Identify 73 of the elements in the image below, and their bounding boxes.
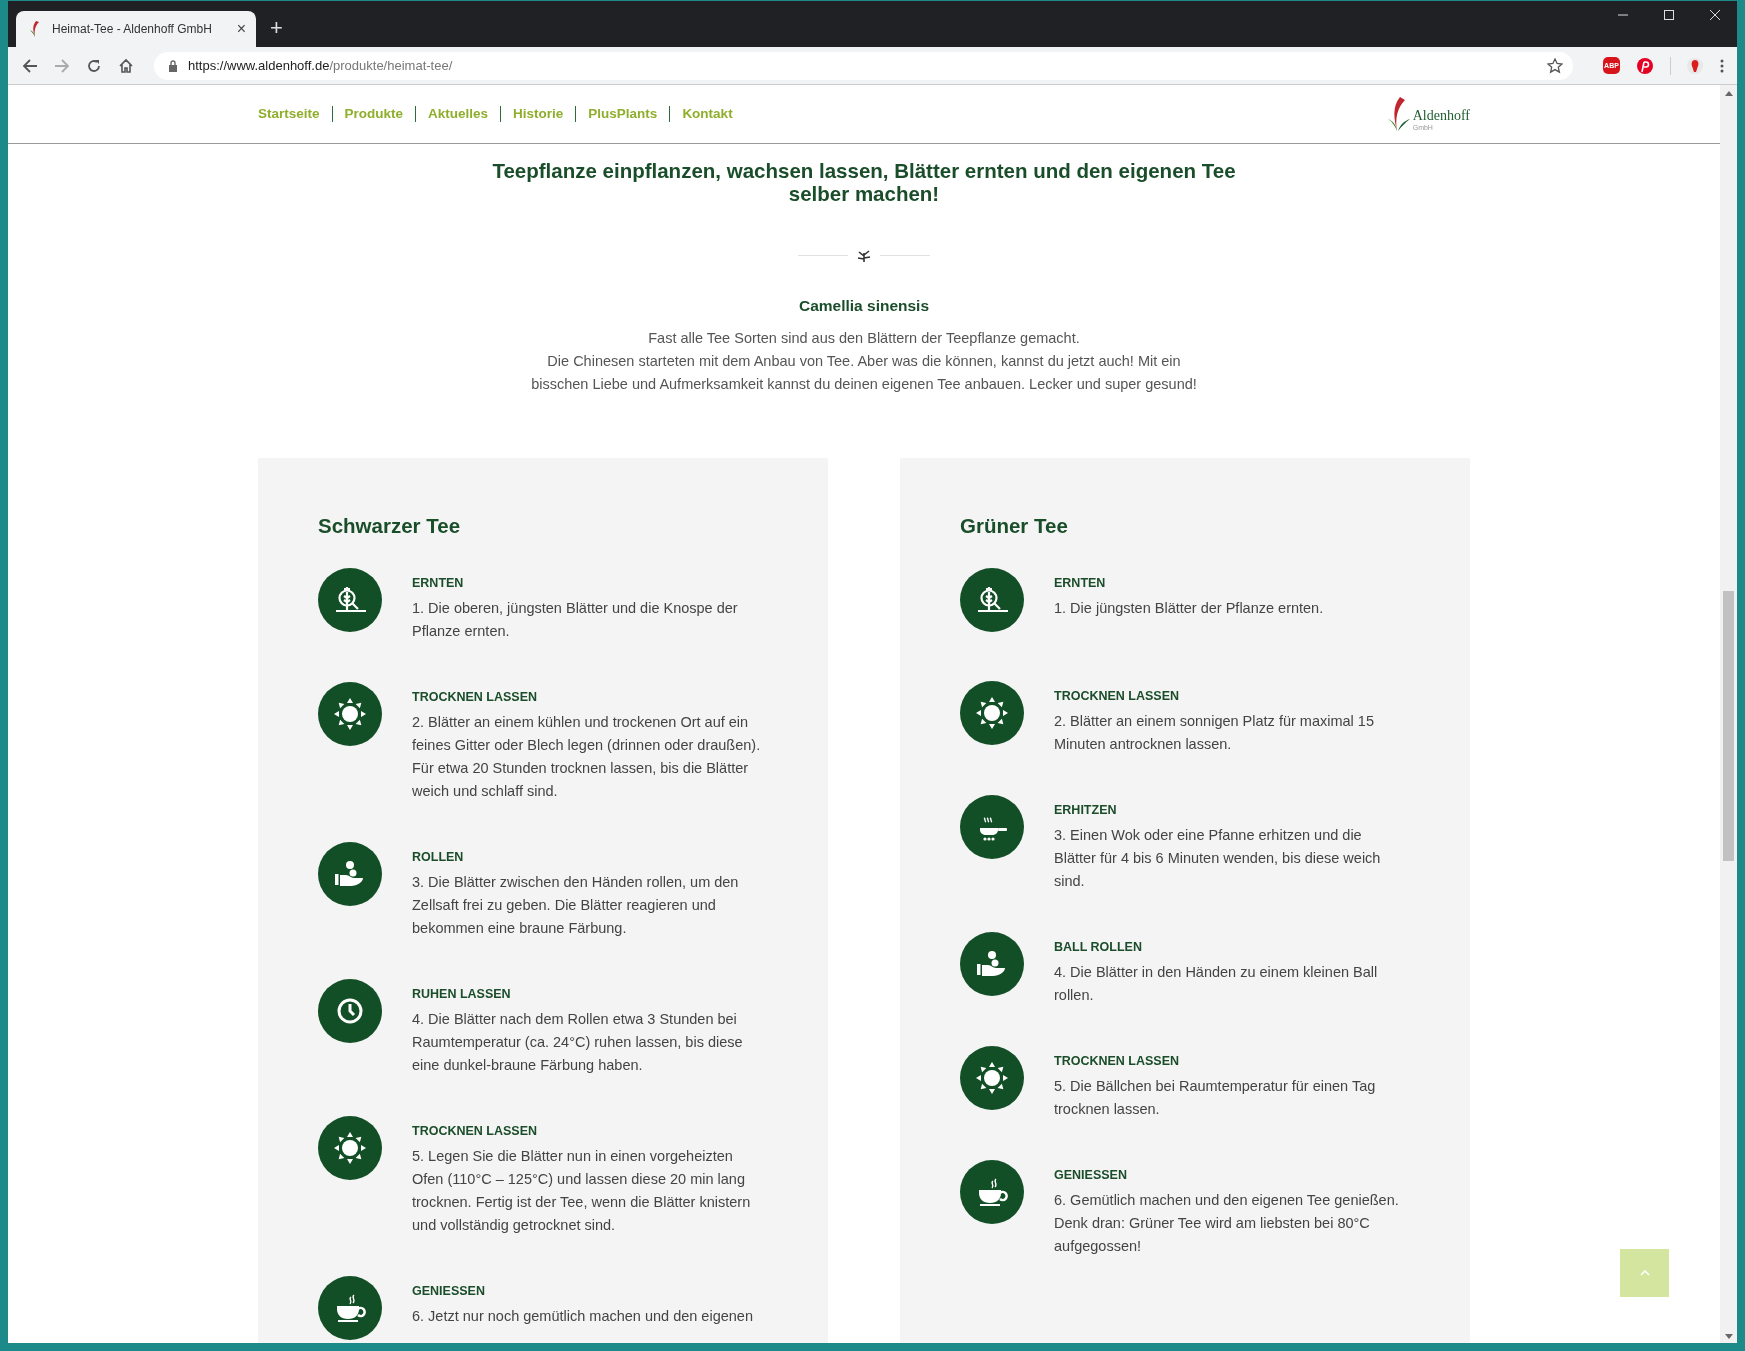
reload-icon[interactable] <box>86 57 102 74</box>
chevron-up-icon <box>1639 1270 1650 1276</box>
new-tab-button[interactable]: + <box>270 15 283 41</box>
card-title: Grüner Tee <box>960 514 1069 538</box>
clock-icon <box>318 979 382 1043</box>
sun-icon <box>318 682 382 746</box>
back-icon[interactable] <box>22 57 38 74</box>
scroll-down-icon[interactable] <box>1724 1334 1733 1339</box>
step-title: BALL ROLLEN <box>1054 940 1143 954</box>
hand-ball-icon <box>960 932 1024 996</box>
step-text: 3. Die Blätter zwischen den Händen rollen, um den Zellsaft frei zu geben. Die Blätter reagieren und bekommen eine braune Färbung. <box>412 873 740 938</box>
sun-icon <box>318 1116 382 1180</box>
address-bar[interactable]: https://www.aldenhoff.de/produkte/heimat-tee/ <box>154 51 1573 80</box>
sun-icon <box>960 1046 1024 1110</box>
nav-link[interactable]: PlusPlants <box>575 106 670 122</box>
step-text: 4. Die Blätter in den Händen zu einem kleinen Ball rollen. <box>1054 963 1379 1005</box>
step-text: 5. Legen Sie die Blätter nun in einen vorgeheizten Ofen (110°C – 125°C) und lassen diese 20 min lang trocknen. Fertig ist der Tee, wenn die Blätter knistern und vollständig getrocknet sind. <box>412 1147 752 1235</box>
step-text: 3. Einen Wok oder eine Pfanne erhitzen und die Blätter für 4 bis 6 Minuten wenden, bis diese weich sind. <box>1054 826 1382 891</box>
scrollbar-thumb[interactable] <box>1723 591 1734 861</box>
nav-link[interactable]: Startseite <box>258 106 332 122</box>
page-headline: Teepflanze einpflanzen, wachsen lassen, Blätter ernten und den eigenen Tee selber machen! <box>491 159 1237 205</box>
step-title: TROCKNEN LASSEN <box>1054 689 1180 703</box>
card-title: Schwarzer Tee <box>318 514 462 538</box>
step-text: 6. Gemütlich machen und den eigenen Tee genießen. Denk dran: Grüner Tee wird am liebsten bei 80°C aufgegossen! <box>1054 1191 1400 1256</box>
plant-magnifier-icon <box>960 568 1024 632</box>
sun-icon <box>960 681 1024 745</box>
cup-icon <box>318 1276 382 1340</box>
extension-icon[interactable] <box>1687 56 1703 75</box>
close-icon[interactable] <box>1709 9 1721 21</box>
step-text: 4. Die Blätter nach dem Rollen etwa 3 Stunden bei Raumtemperatur (ca. 24°C) ruhen lassen, bis diese eine dunkel-braune Färbung haben. <box>412 1010 744 1075</box>
nav-link[interactable]: Kontakt <box>669 106 745 122</box>
plant-magnifier-icon <box>318 568 382 632</box>
step-title: GENIESSEN <box>412 1284 486 1298</box>
favicon-icon <box>30 21 42 37</box>
lock-icon <box>168 59 178 72</box>
hand-ball-icon <box>318 842 382 906</box>
step-title: TROCKNEN LASSEN <box>412 1124 538 1138</box>
nav-link[interactable]: Historie <box>500 106 576 122</box>
maximize-icon[interactable] <box>1663 9 1675 21</box>
step-text: 1. Die jüngsten Blätter der Pflanze ernten. <box>1054 599 1325 618</box>
leaf-sprig-icon <box>856 247 872 263</box>
step-text: 2. Blätter an einem sonnigen Platz für maximal 15 Minuten antrocknen lassen. <box>1054 712 1375 754</box>
section-title: Camellia sinensis <box>797 297 931 315</box>
step-title: ERHITZEN <box>1054 803 1118 817</box>
intro-paragraph: Die Chinesen starteten mit dem Anbau von Tee. Aber was die können, kannst du jetzt auch! Mit ein bisschen Liebe und Aufmerksamkeit kannst du deinen eigenen Tee anbauen. Lecker und super gesund! <box>530 352 1198 394</box>
pan-icon <box>960 795 1024 859</box>
url-text: https://www.aldenhoff.de/produkte/heimat-tee/ <box>188 58 453 73</box>
browser-tab[interactable]: Heimat-Tee - Aldenhoff GmbH × <box>16 11 256 47</box>
pinterest-extension-icon[interactable] <box>1636 56 1654 75</box>
logo-name: Aldenhoff <box>1412 108 1470 124</box>
step-title: RUHEN LASSEN <box>412 987 512 1001</box>
step-text: 2. Blätter an einem kühlen und trockenen Ort auf ein feines Gitter oder Blech legen (drinnen oder draußen). Für etwa 20 Stunden trocknen lassen, bis die Blätter weich und schlaff sind. <box>412 713 761 801</box>
cup-icon <box>960 1160 1024 1224</box>
step-text: 6. Jetzt nur noch gemütlich machen und den eigenen <box>412 1307 754 1326</box>
scrollbar[interactable] <box>1720 85 1737 1343</box>
nav-link[interactable]: Produkte <box>331 106 416 122</box>
step-title: TROCKNEN LASSEN <box>412 690 538 704</box>
bookmark-star-icon[interactable] <box>1547 57 1563 74</box>
intro-paragraph: Fast alle Tee Sorten sind aus den Blättern der Teepflanze gemacht. <box>647 329 1081 348</box>
scroll-up-icon[interactable] <box>1724 91 1733 96</box>
step-title: ERNTEN <box>1054 576 1107 590</box>
step-text: 5. Die Bällchen bei Raumtemperatur für einen Tag trocknen lassen. <box>1054 1077 1377 1119</box>
step-title: GENIESSEN <box>1054 1168 1128 1182</box>
step-title: ERNTEN <box>412 576 465 590</box>
home-icon[interactable] <box>118 57 134 74</box>
tab-title: Heimat-Tee - Aldenhoff GmbH <box>52 22 213 36</box>
step-title: ROLLEN <box>412 850 465 864</box>
menu-icon[interactable] <box>1719 57 1725 74</box>
tab-close-button[interactable]: × <box>236 20 246 38</box>
nav-link[interactable]: Aktuelles <box>415 106 501 122</box>
step-text: 1. Die oberen, jüngsten Blätter und die Knospe der Pflanze ernten. <box>412 599 739 641</box>
logo-flame-icon <box>1387 97 1410 131</box>
step-title: TROCKNEN LASSEN <box>1054 1054 1180 1068</box>
